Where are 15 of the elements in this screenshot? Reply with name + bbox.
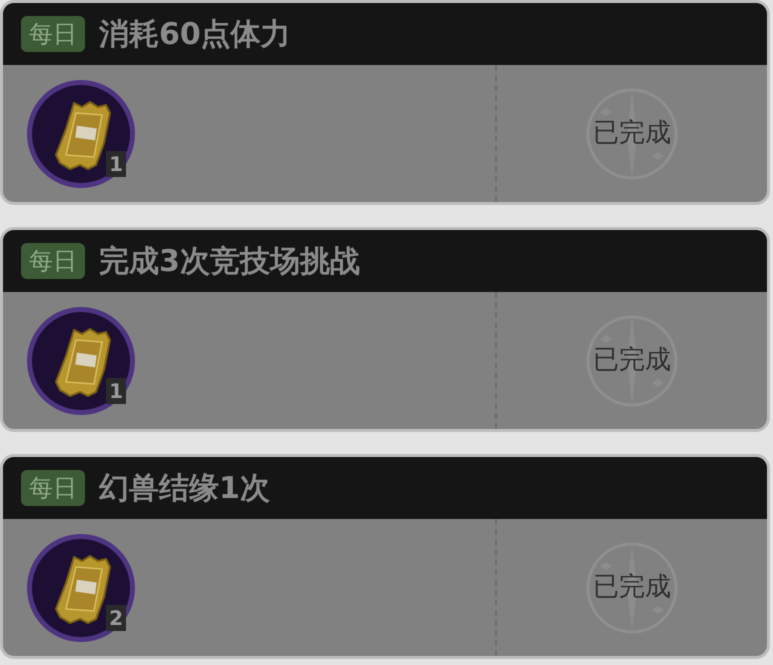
daily-tag: 每日 — [21, 243, 85, 279]
reward-item[interactable]: 1 — [27, 80, 135, 188]
status-text: 已完成 — [593, 117, 671, 150]
task-title: 消耗60点体力 — [99, 16, 291, 54]
status-text: 已完成 — [593, 571, 671, 604]
task-title: 幻兽结缘1次 — [99, 470, 270, 508]
daily-tag: 每日 — [21, 470, 85, 506]
task-title: 完成3次竞技场挑战 — [99, 242, 360, 280]
daily-tag: 每日 — [21, 16, 85, 52]
status-text: 已完成 — [593, 344, 671, 377]
reward-count: 2 — [106, 604, 126, 630]
reward-item[interactable]: 1 — [27, 306, 135, 414]
reward-count: 1 — [106, 378, 126, 404]
reward-count: 1 — [106, 150, 126, 176]
reward-item[interactable]: 2 — [27, 534, 135, 642]
